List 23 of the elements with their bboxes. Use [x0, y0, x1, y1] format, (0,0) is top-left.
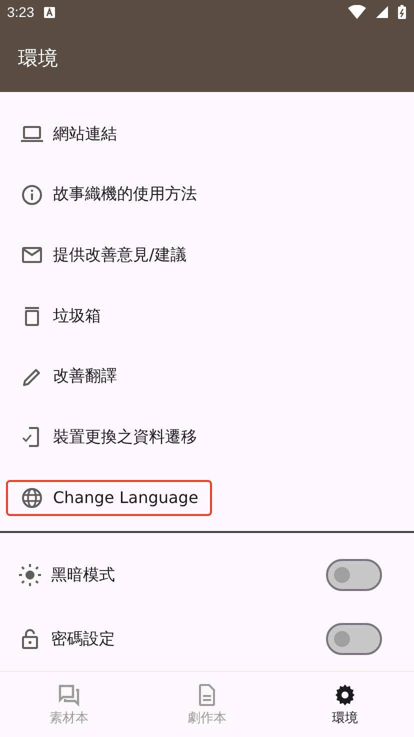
sun-icon	[18, 563, 42, 588]
chat-icon	[57, 682, 81, 706]
menu-item[interactable]: 垃圾箱	[6, 298, 115, 334]
menu-item[interactable]: 故事織機的使用方法	[6, 176, 211, 213]
globe-icon	[20, 486, 44, 510]
menu-item[interactable]: 裝置更換之資料遷移	[6, 419, 211, 456]
menu-item[interactable]: 網站連結	[6, 116, 131, 152]
menu-item[interactable]: Change Language	[6, 480, 212, 516]
toggle-switch[interactable]	[326, 623, 382, 656]
toggle-switch[interactable]	[326, 559, 382, 592]
battery-icon	[398, 5, 406, 19]
setting-label: 密碼設定	[51, 628, 116, 650]
menu-item[interactable]: 改善翻譯	[6, 358, 131, 395]
notification-icon	[44, 6, 56, 18]
status-time: 3:23	[7, 4, 34, 20]
page-title: 環境	[18, 44, 58, 72]
info-icon	[20, 182, 44, 207]
setting-label: 黑暗模式	[51, 564, 116, 586]
gear-icon	[333, 682, 357, 706]
signal-icon	[376, 6, 388, 18]
wifi-icon	[348, 5, 366, 19]
menu-item[interactable]: 提供改善意見/建議	[6, 237, 200, 274]
nav-tab[interactable]: 環境	[276, 672, 414, 737]
